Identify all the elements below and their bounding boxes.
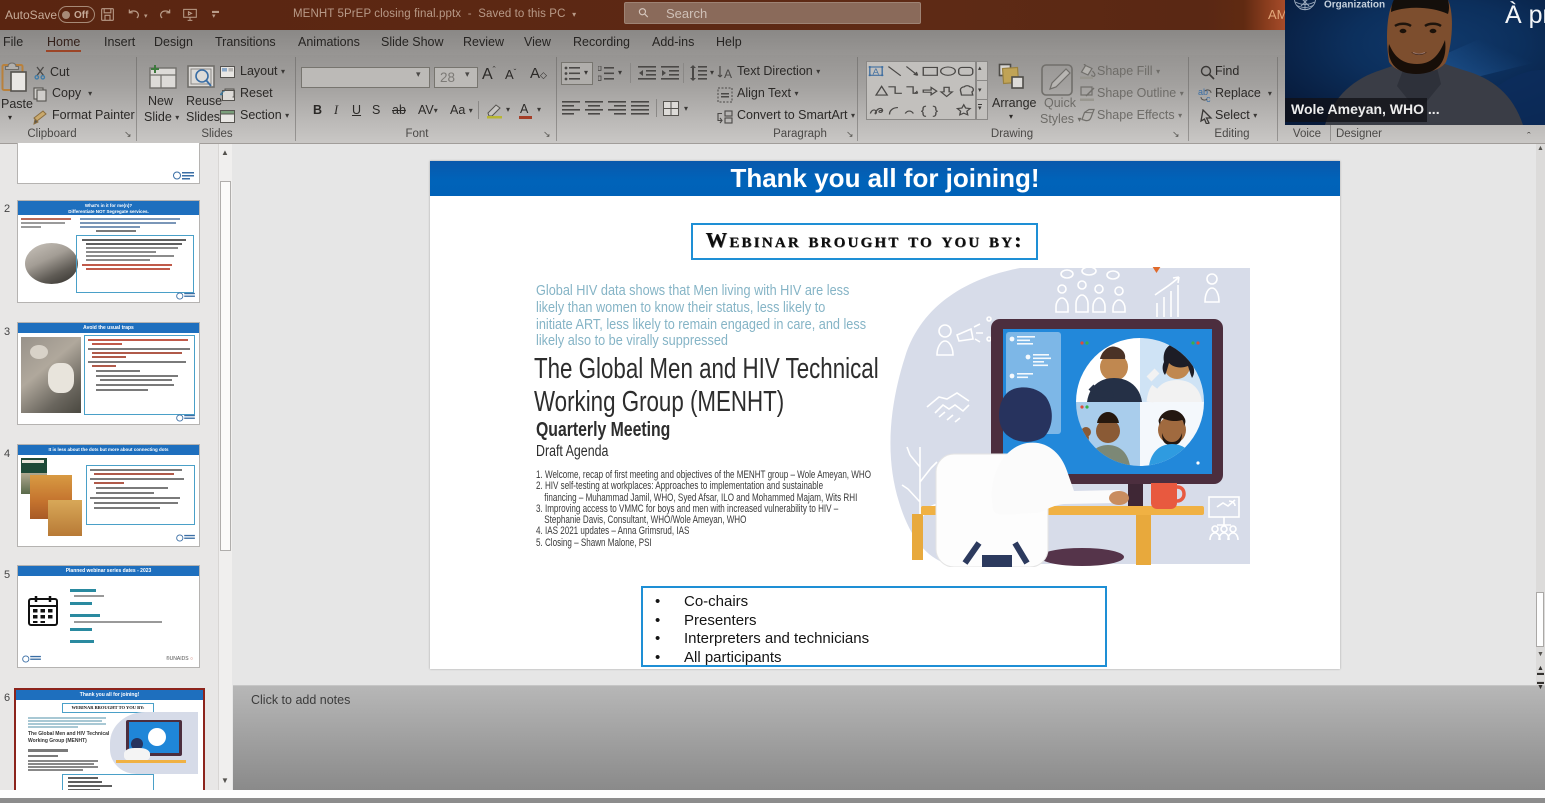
svg-text:c: c: [1206, 94, 1211, 103]
svg-text:A: A: [873, 67, 880, 76]
svg-text:À pr: À pr: [1505, 0, 1545, 29]
svg-text:A: A: [724, 67, 732, 81]
svg-text:Organization: Organization: [1324, 0, 1385, 11]
